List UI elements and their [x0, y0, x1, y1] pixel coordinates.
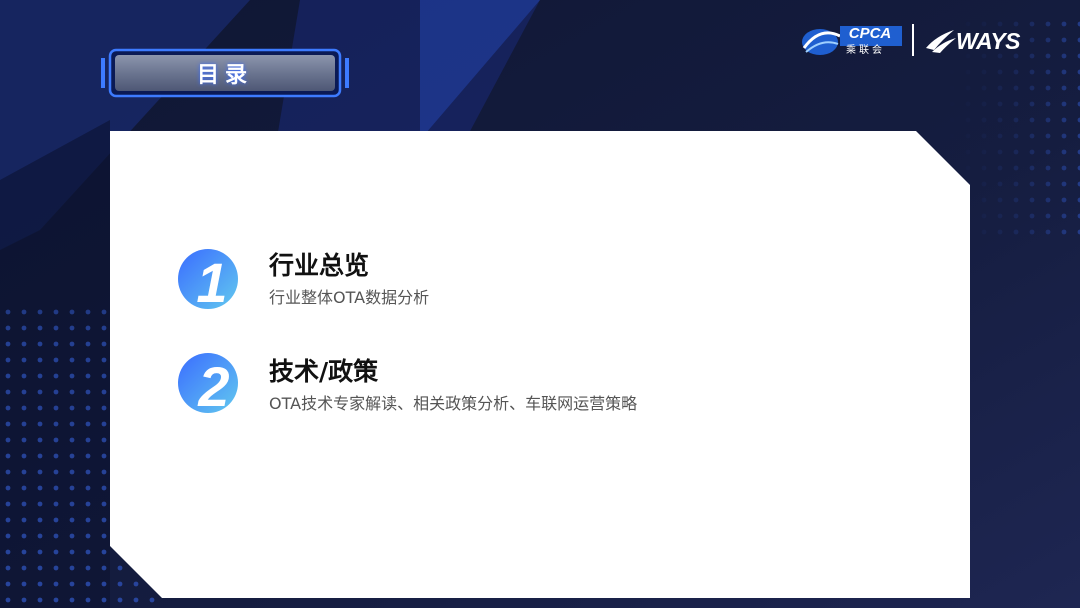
agenda-item-title: 技术/政策	[269, 357, 379, 386]
ways-swoosh-icon	[926, 30, 956, 53]
number-one-icon: 1	[178, 249, 238, 310]
svg-text:1: 1	[196, 251, 227, 310]
agenda-item-subtitle: OTA技术专家解读、相关政策分析、车联网运营策略	[269, 394, 638, 413]
logo-area: CPCA 乘联会 WAYS	[800, 20, 1040, 64]
svg-text:2: 2	[197, 355, 229, 416]
agenda-item-subtitle: 行业整体OTA数据分析	[269, 288, 430, 307]
agenda-item-title: 行业总览	[269, 251, 370, 280]
logo-divider	[912, 24, 914, 56]
number-two-icon: 2	[178, 353, 238, 416]
cpca-logo-text: CPCA	[848, 25, 892, 42]
cpca-logo-subtext: 乘联会	[846, 45, 885, 56]
page-title: 目录	[196, 63, 253, 88]
ways-logo-text: WAYS	[956, 28, 1021, 54]
